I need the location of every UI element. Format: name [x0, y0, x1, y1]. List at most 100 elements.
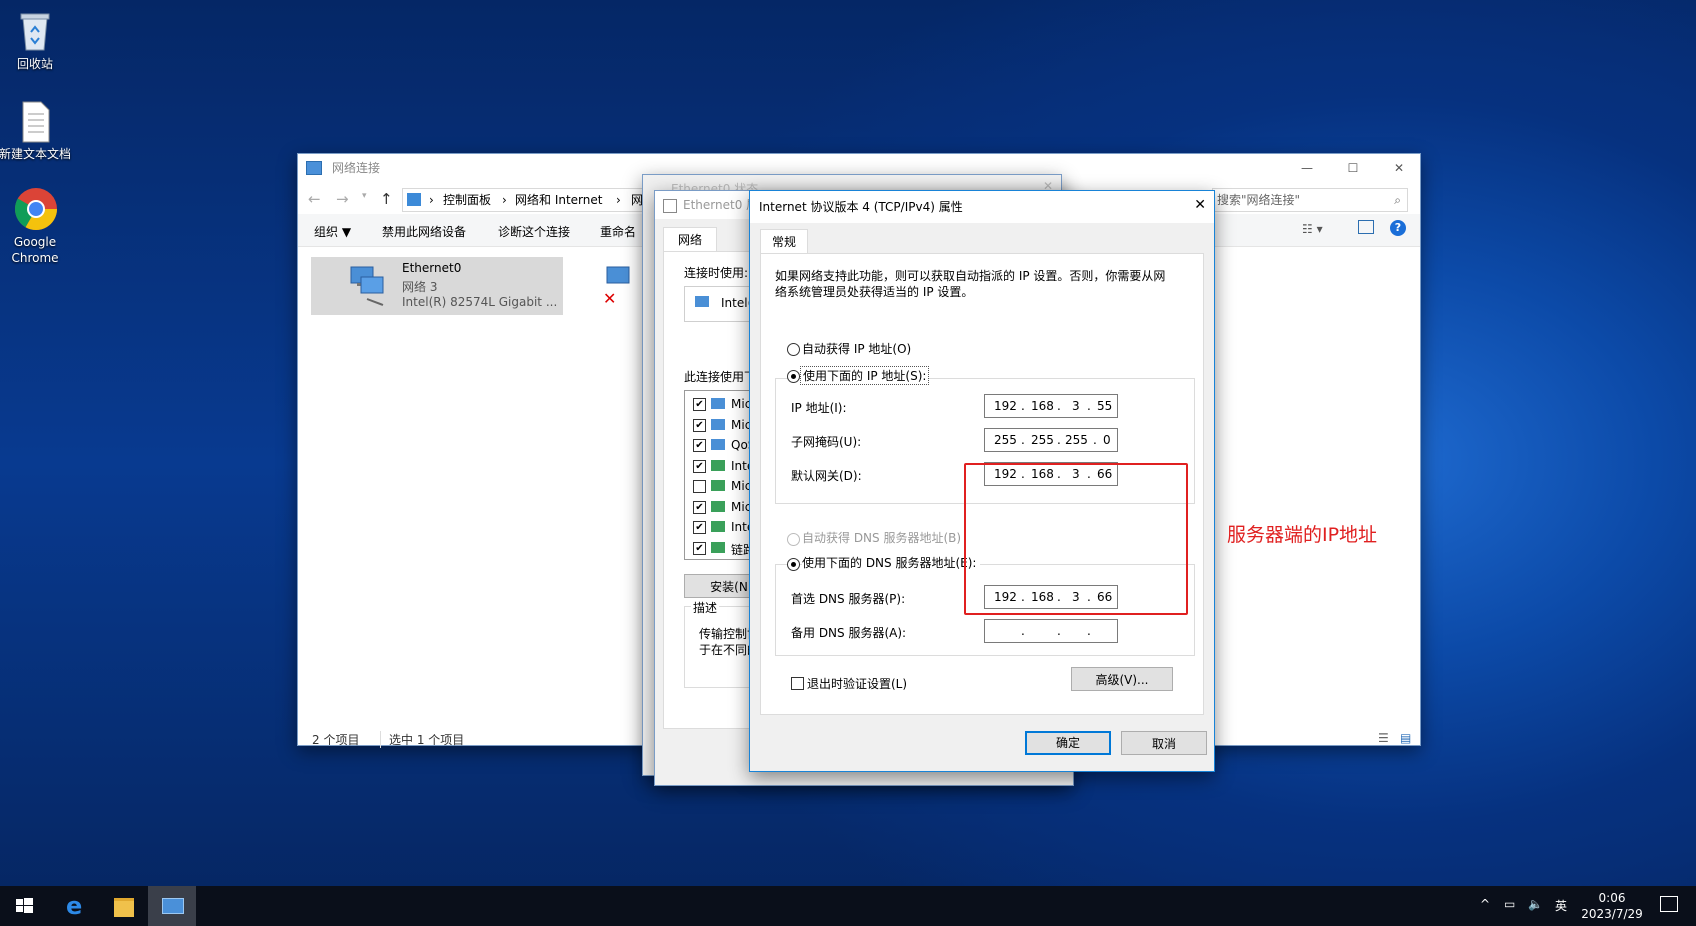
close-button[interactable]: ✕	[1384, 156, 1414, 180]
gateway-label: 默认网关(D):	[791, 469, 862, 483]
windows-start-icon	[16, 898, 33, 913]
preview-pane-icon[interactable]	[1358, 220, 1374, 234]
manual-dns-label[interactable]: 使用下面的 DNS 服务器地址(E):	[802, 554, 981, 571]
annotation-text: 服务器端的IP地址	[1227, 524, 1378, 546]
minimize-button[interactable]: —	[1292, 156, 1322, 180]
auto-dns-label[interactable]: 自动获得 DNS 服务器地址(B)	[802, 529, 961, 546]
component-checkbox[interactable]: ✔	[693, 500, 706, 514]
selected-count: 选中 1 个项目	[380, 731, 464, 748]
component-icon	[711, 521, 725, 532]
clock-date: 2023/7/29	[1581, 907, 1643, 921]
auto-ip-label[interactable]: 自动获得 IP 地址(O)	[802, 340, 911, 357]
auto-ip-radio[interactable]	[787, 343, 800, 356]
desktop-icon-label: Google Chrome	[11, 235, 59, 265]
dialog-title: Internet 协议版本 4 (TCP/IPv4) 属性	[750, 191, 1214, 223]
control-panel-icon	[407, 193, 421, 206]
component-icon	[711, 541, 725, 553]
component-checkbox[interactable]: ✔	[693, 521, 706, 534]
manual-ip-radio[interactable]	[787, 370, 800, 383]
edge-taskbar-button[interactable]: e	[52, 886, 100, 926]
connection-item-disabled[interactable]: ✕	[603, 257, 643, 315]
component-checkbox[interactable]: ✔	[693, 418, 706, 432]
ime-indicator[interactable]: 英	[1555, 897, 1567, 914]
breadcrumb-item[interactable]: 控制面板	[443, 189, 491, 211]
folder-icon	[114, 898, 134, 917]
search-icon: ⌕	[1394, 193, 1401, 207]
network-adapter-icon	[347, 263, 384, 306]
manual-ip-label[interactable]: 使用下面的 IP 地址(S):	[800, 366, 930, 385]
help-icon[interactable]: ?	[1390, 220, 1406, 236]
recycle-bin-icon	[13, 8, 57, 54]
maximize-button[interactable]: ☐	[1338, 156, 1368, 180]
start-button[interactable]	[0, 886, 48, 926]
advanced-button[interactable]: 高级(V)...	[1071, 667, 1173, 691]
component-icon	[711, 500, 725, 512]
ok-button[interactable]: 确定	[1025, 731, 1111, 755]
desktop-icon-label: 回收站	[16, 57, 53, 71]
details-view-icon[interactable]: ☰	[1378, 731, 1389, 745]
network-adapter-icon	[663, 199, 677, 213]
component-checkbox[interactable]: ✔	[693, 541, 706, 555]
address-bar[interactable]: › 控制面板 › 网络和 Internet › 网	[402, 188, 664, 212]
tab-network[interactable]: 网络	[663, 227, 717, 252]
clock-time: 0:06	[1598, 891, 1626, 905]
description-label: 描述	[691, 599, 720, 616]
intro-text: 如果网络支持此功能，则可以获取自动指派的 IP 设置。否则，你需要从网络系统管理…	[775, 269, 1166, 299]
component-checkbox[interactable]	[693, 480, 706, 493]
desktop-icon-recycle-bin[interactable]: 回收站	[0, 8, 75, 72]
taskbar: e ^ ▭ 🔈 英 0:06 2023/7/29	[0, 886, 1696, 926]
ip-label: IP 地址(I):	[791, 401, 847, 415]
validate-checkbox[interactable]	[791, 677, 804, 690]
connection-network: 网络 3	[402, 280, 438, 294]
breadcrumb-item[interactable]: 网络和 Internet	[515, 189, 602, 211]
chrome-icon	[13, 186, 58, 232]
recent-dropdown-icon[interactable]: ▾	[362, 191, 367, 201]
connection-name: Ethernet0	[402, 261, 462, 275]
edge-icon: e	[66, 892, 83, 920]
subnet-mask-input[interactable]: 255. 255. 255. 0	[984, 428, 1118, 452]
clock[interactable]: 0:06 2023/7/29	[1570, 890, 1654, 922]
tab-general[interactable]: 常规	[760, 229, 808, 254]
desktop-icon-text-file[interactable]: 新建文本文档	[0, 98, 75, 162]
notifications-icon[interactable]	[1660, 896, 1678, 912]
auto-dns-radio[interactable]	[787, 533, 800, 546]
search-input[interactable]: 搜索"网络连接" ⌕	[1212, 188, 1408, 212]
view-options-icon[interactable]: ☷ ▾	[1302, 222, 1323, 236]
network-folder-icon	[306, 161, 322, 175]
desktop-icon-chrome[interactable]: Google Chrome	[0, 186, 75, 266]
diagnose-button[interactable]: 诊断这个连接	[498, 223, 570, 240]
tiles-view-icon[interactable]: ▤	[1400, 731, 1411, 745]
network-connections-taskbar-button[interactable]	[148, 886, 196, 926]
component-checkbox[interactable]: ✔	[693, 459, 706, 473]
organize-menu[interactable]: 组织 ▼	[314, 223, 351, 240]
cancel-button[interactable]: 取消	[1121, 731, 1207, 755]
volume-icon[interactable]: 🔈	[1528, 897, 1543, 911]
connection-item-ethernet0[interactable]: Ethernet0 网络 3 Intel(R) 82574L Gigabit .…	[311, 257, 563, 315]
back-icon[interactable]: ←	[308, 190, 321, 208]
manual-dns-radio[interactable]	[787, 558, 800, 571]
network-tray-icon[interactable]: ▭	[1504, 897, 1515, 911]
network-connections-icon	[162, 898, 184, 914]
connection-adapter: Intel(R) 82574L Gigabit ...	[402, 295, 558, 309]
component-checkbox[interactable]: ✔	[693, 398, 706, 411]
item-count: 2 个项目	[312, 733, 360, 747]
component-icon	[711, 459, 725, 471]
rename-button[interactable]: 重命名	[600, 223, 636, 240]
alternate-dns-label: 备用 DNS 服务器(A):	[791, 626, 907, 640]
desktop: 回收站 新建文本文档 Google Chrome 网络连接 — ☐ ✕ ← → …	[0, 0, 1696, 926]
highlight-box	[964, 463, 1188, 615]
mask-label: 子网掩码(U):	[791, 435, 862, 449]
disable-device-button[interactable]: 禁用此网络设备	[382, 223, 466, 240]
component-icon	[711, 418, 725, 430]
component-checkbox[interactable]: ✔	[693, 439, 706, 452]
alternate-dns-input[interactable]: . . .	[984, 619, 1118, 643]
close-button[interactable]: ✕	[1194, 197, 1206, 213]
forward-icon[interactable]: →	[336, 190, 349, 208]
file-explorer-taskbar-button[interactable]	[100, 886, 148, 926]
component-icon	[711, 398, 725, 409]
up-icon[interactable]: ↑	[380, 190, 393, 208]
show-hidden-icons[interactable]: ^	[1480, 897, 1490, 911]
ip-address-input[interactable]: 192. 168. 3. 55	[984, 394, 1118, 418]
desktop-icon-label: 新建文本文档	[0, 147, 71, 161]
validate-label[interactable]: 退出时验证设置(L)	[807, 675, 907, 692]
